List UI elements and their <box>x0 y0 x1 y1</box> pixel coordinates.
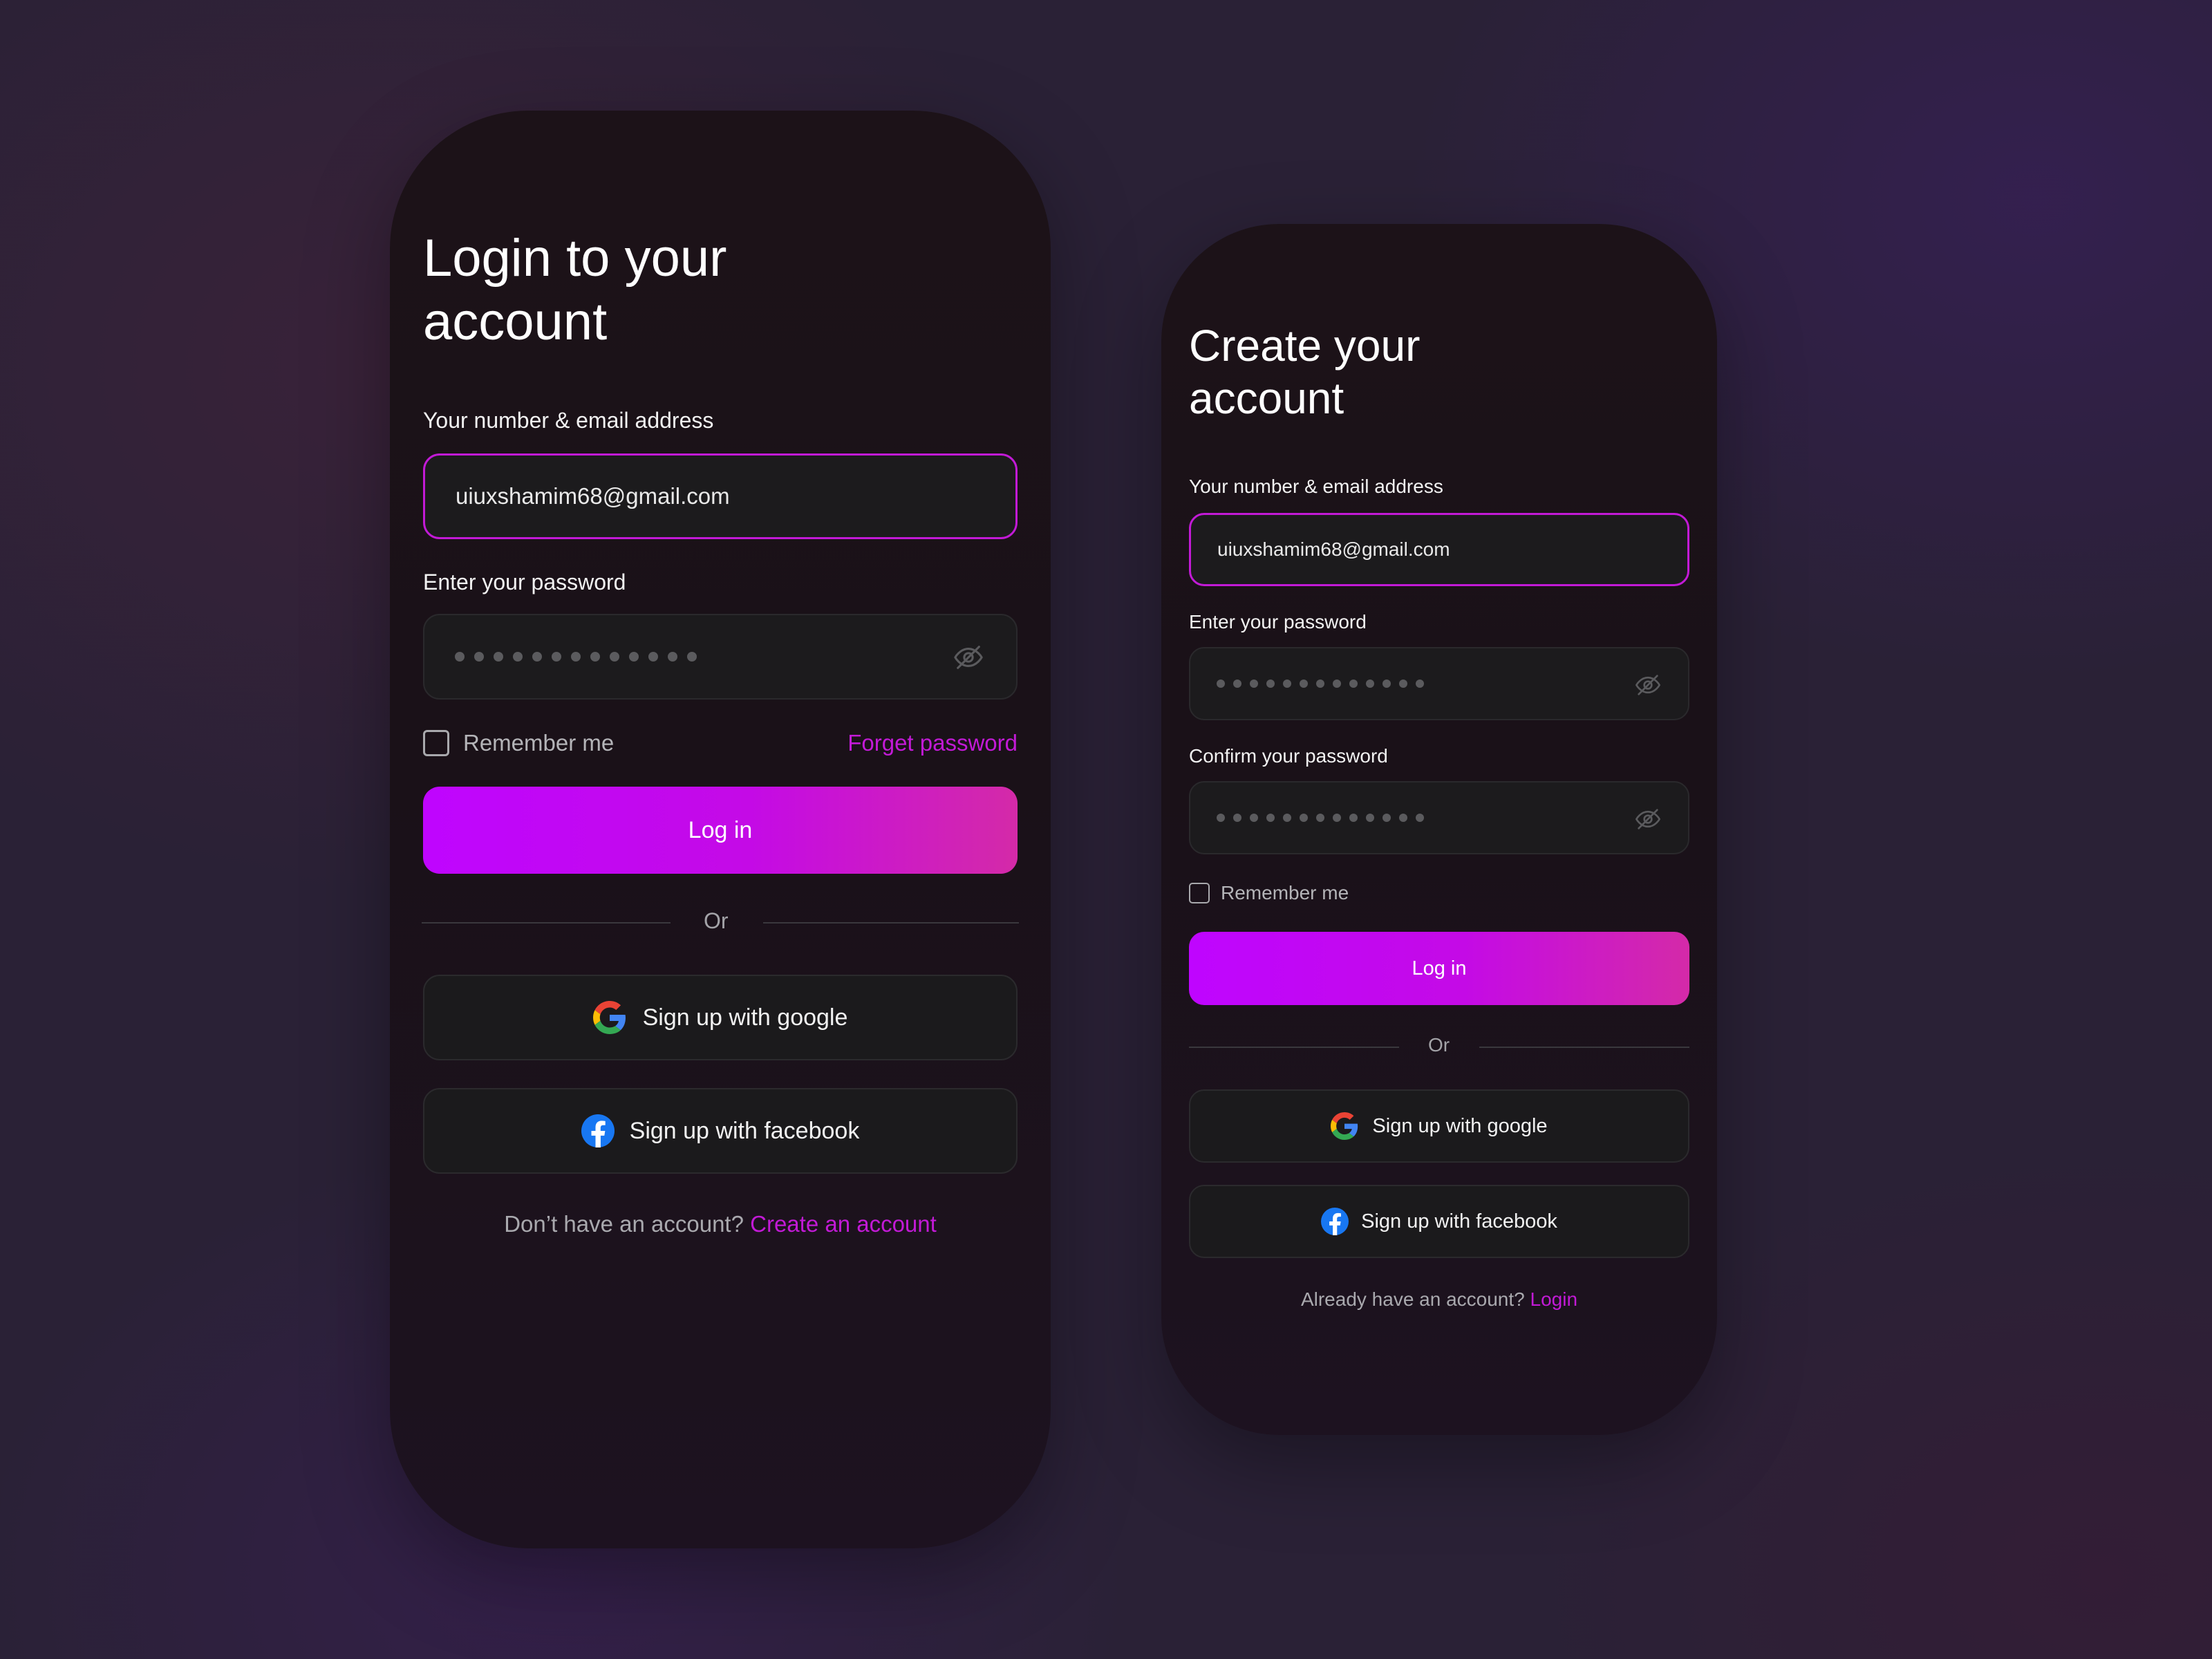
password-dot <box>532 652 542 662</box>
signup-email-label: Your number & email address <box>1189 476 1443 497</box>
signup-email-value: uiuxshamim68@gmail.com <box>1217 538 1450 560</box>
password-dot <box>1416 679 1424 688</box>
email-field[interactable]: uiuxshamim68@gmail.com <box>423 453 1018 539</box>
password-mask <box>455 652 697 662</box>
password-dot <box>552 652 561 662</box>
password-dot <box>1266 814 1275 822</box>
password-dot <box>1250 679 1258 688</box>
divider-left <box>422 922 671 924</box>
signup-footer-prompt: Already have an account? <box>1300 1288 1525 1310</box>
signup-email-field[interactable]: uiuxshamim68@gmail.com <box>1189 513 1689 586</box>
password-dot <box>1316 679 1324 688</box>
create-account-link[interactable]: Create an account <box>750 1211 937 1237</box>
remember-me[interactable]: Remember me <box>423 730 614 756</box>
password-field[interactable] <box>423 614 1018 700</box>
password-dot <box>1366 679 1374 688</box>
login-screen: Login to your account Your number & emai… <box>390 111 1051 1548</box>
password-dot <box>629 652 639 662</box>
signup-remember-me[interactable]: Remember me <box>1189 882 1349 904</box>
forget-password-link[interactable]: Forget password <box>847 730 1018 756</box>
password-dot <box>1250 814 1258 822</box>
password-dot <box>1349 679 1358 688</box>
signup-divider-right <box>1479 1047 1689 1048</box>
signup-login-button[interactable]: Log in <box>1189 932 1689 1005</box>
google-signup-button[interactable]: Sign up with google <box>423 975 1018 1060</box>
eye-off-icon[interactable] <box>1634 805 1662 833</box>
signup-divider-left <box>1189 1047 1399 1048</box>
password-label: Enter your password <box>423 570 626 594</box>
password-dot <box>1333 814 1341 822</box>
password-dot <box>668 652 677 662</box>
signup-remember-label: Remember me <box>1221 882 1349 903</box>
password-dot <box>1399 679 1407 688</box>
password-dot <box>1266 679 1275 688</box>
password-dot <box>1366 814 1374 822</box>
password-dot <box>494 652 503 662</box>
facebook-f-icon <box>581 1114 615 1147</box>
signup-title-line2: account <box>1189 373 1344 423</box>
password-dot <box>1283 814 1291 822</box>
password-dot <box>1416 814 1424 822</box>
remember-checkbox[interactable] <box>423 730 449 756</box>
password-dot <box>1233 679 1241 688</box>
facebook-f-icon <box>1321 1208 1349 1235</box>
divider-or: Or <box>704 908 729 933</box>
password-dot <box>1349 814 1358 822</box>
login-link[interactable]: Login <box>1530 1288 1578 1310</box>
password-dot <box>610 652 619 662</box>
confirm-password-field[interactable] <box>1189 781 1689 854</box>
confirm-password-label: Confirm your password <box>1189 745 1388 767</box>
signup-remember-checkbox[interactable] <box>1189 883 1210 903</box>
password-dot <box>1300 679 1308 688</box>
signup-divider-or: Or <box>1428 1034 1450 1056</box>
password-dot <box>590 652 600 662</box>
signup-title-line1: Create your <box>1189 321 1421 371</box>
password-dot <box>474 652 484 662</box>
google-g-icon <box>1331 1112 1358 1140</box>
signup-facebook-button[interactable]: Sign up with facebook <box>1189 1185 1689 1258</box>
password-dot <box>1283 679 1291 688</box>
eye-off-icon[interactable] <box>1634 671 1662 699</box>
login-prompt: Already have an account? Login <box>1161 1288 1717 1311</box>
email-label: Your number & email address <box>423 408 714 433</box>
eye-off-icon[interactable] <box>953 641 984 673</box>
facebook-signup-button[interactable]: Sign up with facebook <box>423 1088 1018 1174</box>
password-dot <box>1233 814 1241 822</box>
login-button[interactable]: Log in <box>423 787 1018 874</box>
login-title-line2: account <box>423 292 608 351</box>
password-dot <box>1399 814 1407 822</box>
signup-password-mask <box>1217 679 1424 688</box>
password-dot <box>455 652 465 662</box>
google-button-label: Sign up with google <box>642 1004 848 1031</box>
signup-screen: Create your account Your number & email … <box>1161 224 1717 1435</box>
facebook-button-label: Sign up with facebook <box>629 1117 860 1144</box>
confirm-password-mask <box>1217 814 1424 822</box>
password-dot <box>1217 814 1225 822</box>
signup-google-label: Sign up with google <box>1372 1114 1548 1137</box>
footer-prompt-text: Don’t have an account? <box>504 1211 744 1237</box>
password-dot <box>687 652 697 662</box>
login-title-line1: Login to your <box>423 229 727 288</box>
divider-right <box>763 922 1019 924</box>
password-dot <box>1382 814 1391 822</box>
signup-password-field[interactable] <box>1189 647 1689 720</box>
signup-password-label: Enter your password <box>1189 611 1367 632</box>
remember-label: Remember me <box>463 730 615 756</box>
signup-title: Create your account <box>1189 319 1420 424</box>
password-dot <box>571 652 581 662</box>
password-dot <box>1316 814 1324 822</box>
password-dot <box>1217 679 1225 688</box>
password-dot <box>1382 679 1391 688</box>
password-dot <box>1300 814 1308 822</box>
signup-google-button[interactable]: Sign up with google <box>1189 1089 1689 1163</box>
login-title: Login to your account <box>423 227 727 354</box>
email-value: uiuxshamim68@gmail.com <box>456 483 730 509</box>
password-dot <box>648 652 658 662</box>
password-dot <box>513 652 523 662</box>
google-g-icon <box>592 1001 626 1034</box>
password-dot <box>1333 679 1341 688</box>
signup-prompt: Don’t have an account? Create an account <box>390 1211 1051 1237</box>
signup-facebook-label: Sign up with facebook <box>1361 1210 1557 1232</box>
